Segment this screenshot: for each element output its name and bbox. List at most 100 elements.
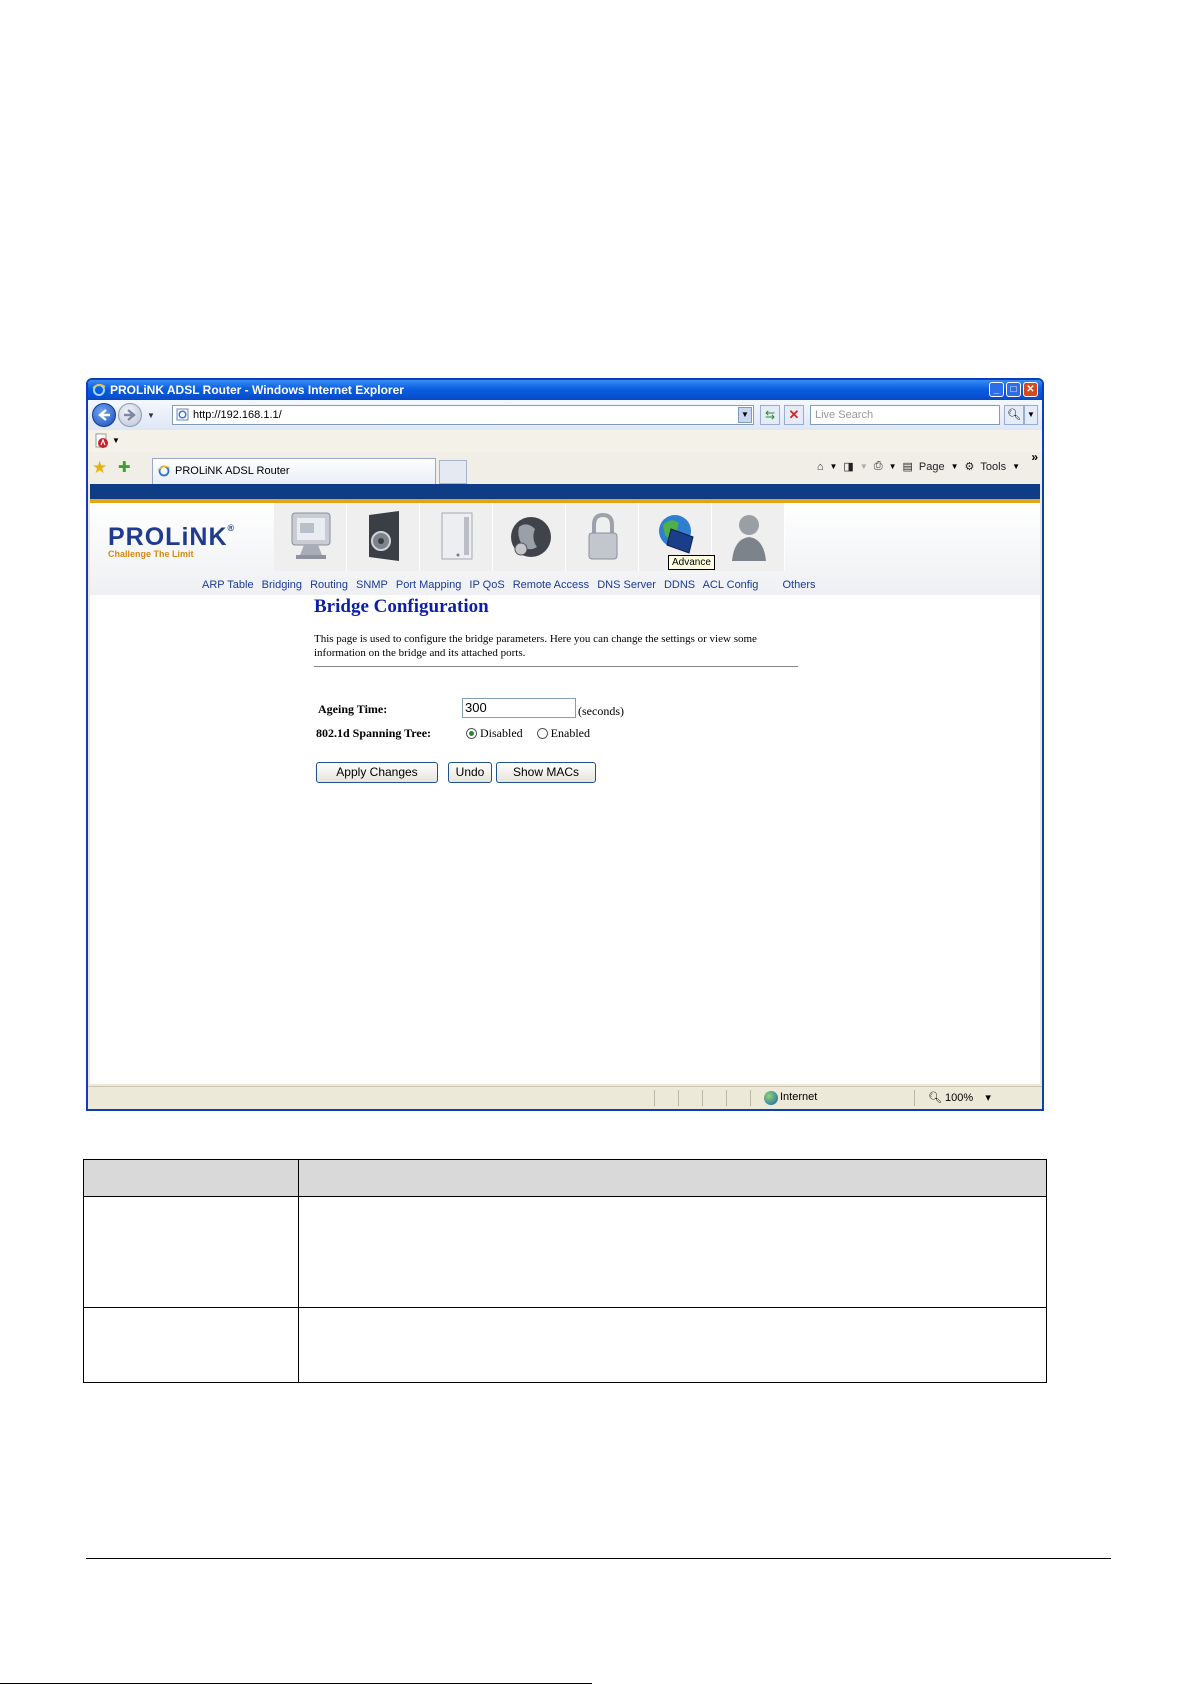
- submenu-ip-qos[interactable]: IP QoS: [469, 579, 504, 591]
- search-dropdown-icon[interactable]: ▼: [1024, 405, 1038, 425]
- new-tab-button[interactable]: [439, 460, 467, 484]
- title-bar: PROLiNK ADSL Router - Windows Internet E…: [88, 380, 1042, 400]
- table-row: [83, 1196, 1047, 1308]
- page-menu-icon: ▤: [902, 461, 913, 473]
- print-icon[interactable]: ⎙: [874, 460, 883, 473]
- bridge-config-panel: Bridge Configuration This page is used t…: [314, 596, 814, 783]
- search-input[interactable]: Live Search: [810, 405, 1000, 425]
- network-globe-icon[interactable]: [493, 503, 566, 571]
- table-cell: [298, 1307, 1047, 1383]
- back-button[interactable]: [92, 403, 116, 427]
- ageing-time-value: 300: [465, 700, 487, 715]
- undo-button[interactable]: Undo: [448, 762, 492, 783]
- stop-button[interactable]: ✕: [784, 405, 804, 425]
- browser-window: PROLiNK ADSL Router - Windows Internet E…: [86, 378, 1044, 1111]
- table-cell: [298, 1196, 1047, 1308]
- submenu-bridging[interactable]: Bridging: [262, 579, 302, 591]
- page-description: This page is used to configure the bridg…: [314, 633, 757, 659]
- address-bar: ▼ http://192.168.1.1/ ▼ ⇆ ✕ Live Search …: [88, 400, 1042, 430]
- apply-changes-button[interactable]: Apply Changes: [316, 762, 438, 783]
- radio-enabled-label: Enabled: [550, 726, 590, 740]
- forward-button[interactable]: [118, 403, 142, 427]
- favorites-star-icon[interactable]: ★: [92, 458, 107, 478]
- radio-disabled[interactable]: [466, 728, 477, 739]
- submenu-ddns[interactable]: DDNS: [664, 579, 695, 591]
- submenu-dns-server[interactable]: DNS Server: [597, 579, 656, 591]
- maximize-button[interactable]: □: [1006, 382, 1021, 397]
- history-dropdown-icon[interactable]: ▼: [147, 411, 155, 420]
- tab-router[interactable]: PROLiNK ADSL Router: [152, 458, 436, 484]
- ageing-time-input[interactable]: 300: [462, 698, 576, 718]
- table-header-cell: [298, 1159, 1047, 1197]
- more-chevron-icon[interactable]: »: [1031, 450, 1038, 464]
- home-dropdown-icon[interactable]: ▼: [830, 462, 838, 471]
- feeds-dropdown-icon[interactable]: ▼: [860, 462, 868, 471]
- submenu-remote-access[interactable]: Remote Access: [513, 579, 589, 591]
- table-row: [83, 1307, 1047, 1383]
- url-field[interactable]: http://192.168.1.1/: [172, 405, 754, 425]
- ie-logo-icon: [92, 384, 106, 396]
- tab-label: PROLiNK ADSL Router: [175, 465, 290, 477]
- home-icon[interactable]: ⌂: [817, 461, 824, 473]
- url-text: http://192.168.1.1/: [193, 409, 282, 421]
- device-icon[interactable]: [420, 503, 493, 571]
- table-cell: [83, 1196, 299, 1308]
- router-header: PROLiNK® Challenge The Limit Advance ARP…: [90, 503, 1040, 595]
- tools-menu[interactable]: Tools: [980, 461, 1006, 473]
- submenu-snmp[interactable]: SNMP: [356, 579, 388, 591]
- spanning-tree-label: 802.1d Spanning Tree:: [316, 726, 432, 740]
- admin-user-icon[interactable]: [712, 503, 785, 571]
- submenu-others[interactable]: Others: [782, 579, 815, 591]
- submenu-port-mapping[interactable]: Port Mapping: [396, 579, 461, 591]
- page-viewport: PROLiNK® Challenge The Limit Advance ARP…: [90, 484, 1040, 1084]
- search-icon[interactable]: 🔍︎: [1004, 405, 1024, 425]
- table-header-cell: [83, 1159, 299, 1197]
- radio-disabled-label: Disabled: [480, 726, 523, 740]
- refresh-button[interactable]: ⇆: [760, 405, 780, 425]
- prolink-logo: PROLiNK® Challenge The Limit: [108, 523, 236, 559]
- page-title: Bridge Configuration: [314, 596, 489, 617]
- advance-tooltip: Advance: [668, 555, 715, 570]
- feeds-icon[interactable]: ◨: [843, 460, 853, 473]
- bottom-rule: [0, 1683, 592, 1684]
- addon-dropdown-icon[interactable]: ▼: [112, 436, 120, 445]
- ageing-time-label: Ageing Time:: [318, 702, 388, 716]
- minimize-button[interactable]: _: [989, 382, 1004, 397]
- setup-gear-icon[interactable]: [347, 503, 420, 571]
- spanning-tree-radios: Disabled Enabled: [466, 726, 590, 741]
- submenu-arp-table[interactable]: ARP Table: [202, 579, 254, 591]
- security-lock-icon[interactable]: [566, 503, 639, 571]
- search-placeholder: Live Search: [815, 409, 874, 421]
- submenu-routing[interactable]: Routing: [310, 579, 348, 591]
- tools-gear-icon: ⚙: [964, 461, 975, 473]
- arrow-left-icon: [98, 409, 110, 421]
- pdf-addon-icon[interactable]: [94, 433, 110, 449]
- submenu-acl-config[interactable]: ACL Config: [703, 579, 759, 591]
- ie-page-icon: [176, 408, 189, 421]
- doc-table: [83, 1159, 1047, 1383]
- page-menu[interactable]: Page: [919, 461, 945, 473]
- zoom-value: 100%: [945, 1092, 974, 1104]
- command-bar: ⌂ ▼ ◨ ▼ ⎙ ▼ ▤ Page ▼ ⚙ Tools ▼: [817, 460, 1036, 473]
- status-monitor-icon[interactable]: [274, 503, 347, 571]
- window-title: PROLiNK ADSL Router - Windows Internet E…: [110, 383, 404, 397]
- table-header-row: [83, 1159, 1047, 1197]
- page-dropdown-icon[interactable]: ▼: [951, 462, 959, 471]
- footer-rule: [86, 1558, 1111, 1559]
- table-cell: [83, 1307, 299, 1383]
- extension-bar: ▼: [88, 430, 1042, 453]
- close-button[interactable]: ✕: [1023, 382, 1038, 397]
- ie-tab-icon: [157, 465, 171, 477]
- add-favorite-icon[interactable]: ✚: [118, 458, 131, 476]
- arrow-right-icon: [124, 409, 136, 421]
- internet-zone-icon: [764, 1091, 778, 1105]
- header-blue-strip: [90, 484, 1040, 499]
- tools-dropdown-icon[interactable]: ▼: [1012, 462, 1020, 471]
- zoom-level[interactable]: 🔍︎ 100% ▾: [928, 1091, 991, 1104]
- show-macs-button[interactable]: Show MACs: [496, 762, 596, 783]
- tab-bar: ★ ✚ PROLiNK ADSL Router ⌂ ▼ ◨ ▼ ⎙ ▼ ▤ Page ▼…: [88, 450, 1042, 484]
- url-dropdown-icon[interactable]: ▼: [738, 407, 752, 423]
- radio-enabled[interactable]: [536, 728, 548, 739]
- logo-text: PROLiNK: [108, 523, 228, 551]
- print-dropdown-icon[interactable]: ▼: [889, 462, 897, 471]
